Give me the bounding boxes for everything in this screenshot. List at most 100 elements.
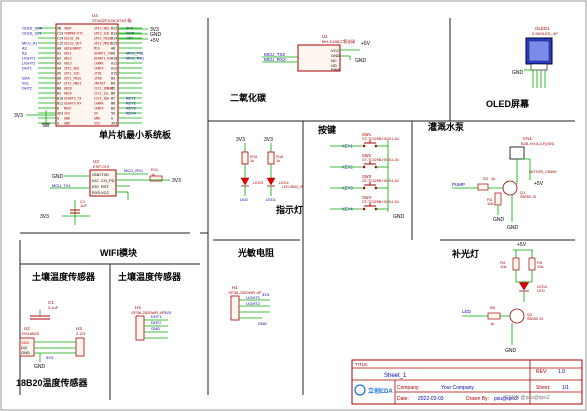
svg-text:5V: 5V [94,112,98,116]
svg-text:ADC1: ADC1 [64,52,72,56]
svg-text:LED-0603_R: LED-0603_R [282,185,303,189]
svg-text:I2C1_SCL: I2C1_SCL [94,92,109,96]
svg-text:Company:: Company: [397,385,420,391]
svg-text:GND: GND [151,326,160,331]
svg-text:A5: A5 [57,72,61,76]
svg-text:MH-Z19B二氧化碳: MH-Z19B二氧化碳 [322,38,355,44]
u4-left-net: SDA [22,77,30,81]
title-block: TITLE: Sheet_1 REV: 1.0 Company: Your Co… [351,359,583,405]
svg-text:LIGHT2: LIGHT2 [246,301,261,306]
svg-text:CANRX: CANRX [94,62,104,66]
svg-text:TITLE:: TITLE: [355,362,369,367]
svg-text:GND: GND [92,172,101,177]
svg-text:CN1: CN1 [523,136,532,141]
svg-text:VCC: VCC [101,190,110,195]
svg-text:GND: GND [64,117,70,121]
svg-text:3V3: 3V3 [164,310,172,315]
svg-text:CANTX: CANTX [94,67,104,71]
u4-left-net: SCL [22,82,29,86]
svg-text:OSC32_IN: OSC32_IN [64,37,79,41]
svg-text:B14: B14 [111,37,117,41]
svg-text:R2: R2 [483,176,489,181]
svg-text:B15: B15 [111,42,117,46]
u4-part: STM32F103C8T6小板 [92,17,132,23]
svg-text:GND: GND [21,350,30,355]
svg-text:B9: B9 [111,107,115,111]
u4-left-net: A3 [22,52,27,56]
svg-text:TXD: TXD [101,172,109,177]
svg-text:LED: LED [537,288,545,293]
svg-text:GND: GND [512,70,524,76]
svg-text:CANRX: CANRX [94,102,104,106]
svg-text:B4: B4 [111,82,115,86]
svg-text:3V3: 3V3 [64,112,70,116]
u4-left-net: A2 [22,47,27,51]
svg-text:GND: GND [355,58,367,64]
svg-text:MCU_RX2: MCU_RX2 [264,57,286,62]
svg-text:A9: A9 [111,52,115,56]
svg-text:3V3: 3V3 [94,122,100,126]
svg-text:GND: GND [505,348,517,354]
svg-text:DHT1: DHT1 [151,314,162,319]
svg-text:A3: A3 [57,62,61,66]
svg-text:G: G [57,117,59,121]
svg-text:3V3: 3V3 [172,178,181,184]
svg-text:+5V: +5V [534,181,544,187]
svg-text:GT-TC029B-H025-L1N: GT-TC029B-H025-L1N [362,158,399,162]
title-ds18b20: 18B20温度传感器 [16,377,89,388]
svg-text:LIGHT1: LIGHT1 [246,295,261,300]
svg-text:Drawn By:: Drawn By: [466,396,489,402]
svg-text:GT-TC029B-H025-L1N: GT-TC029B-H025-L1N [362,179,399,183]
title-wifi: WIFI模块 [100,247,138,258]
svg-text:3V3: 3V3 [111,122,117,126]
svg-text:ESP-01S: ESP-01S [93,164,110,169]
edaa-logo: 立创EDA [368,387,393,395]
svg-text:B2B-XH-A (LF)(SN): B2B-XH-A (LF)(SN) [521,142,555,146]
svg-text:1k: 1k [250,158,254,163]
svg-text:A15: A15 [111,72,117,76]
svg-text:REV:: REV: [536,369,547,375]
svg-text:3V3: 3V3 [40,214,49,220]
svg-text:MCO: MCO [94,47,100,51]
title-keys: 按键 [318,124,337,135]
svg-text:GND: GND [493,217,505,223]
svg-text:1uF: 1uF [80,203,87,208]
u4-right-net: KEY1 [126,97,136,101]
svg-text:5V: 5V [111,112,115,116]
svg-text:+5V: +5V [517,242,527,248]
u4-right-net: KEY4 [126,112,136,116]
watermark: CSDN @psu@qxo2 [505,395,550,401]
svg-text:Z-2/3: Z-2/3 [76,331,86,336]
svg-text:GND: GND [393,214,405,220]
svg-text:S8050 J3: S8050 J3 [527,317,543,321]
u4-right-net: MCU_RX1 [126,57,144,61]
svg-text:LED1: LED1 [266,197,277,202]
svg-text:C15: C15 [57,42,63,46]
u4-left-net: OLED_SCL [22,32,42,36]
svg-text:JTDI: JTDI [94,72,102,76]
svg-text:B11: B11 [57,102,63,106]
schematic-canvas: U4 STM32F103C8T6小板 VB VBATOLED_SDAC13 TAMP… [0,0,587,411]
svg-text:10k: 10k [487,201,493,206]
svg-text:B6: B6 [111,92,115,96]
svg-text:CANTX: CANTX [94,107,104,111]
title-fill: 补光灯 [451,248,479,259]
svg-text:SPI2_SCK: SPI2_SCK [94,32,109,36]
svg-text:DS18B20: DS18B20 [22,331,40,336]
svg-text:A1: A1 [57,52,61,56]
svg-text:VBAT: VBAT [64,27,72,31]
svg-text:LED: LED [462,309,472,314]
svg-text:B7: B7 [111,97,115,101]
svg-text:TAMPER-RTC: TAMPER-RTC [64,32,83,36]
svg-text:JNTRST: JNTRST [94,82,106,86]
svg-text:C13: C13 [57,32,63,36]
svg-text:Date:: Date: [397,396,409,402]
svg-text:3V3: 3V3 [262,292,270,297]
u4-5v: +5V [150,38,160,44]
title-oled: OLED屏幕 [486,98,530,109]
svg-text:ADC9: ADC9 [64,92,72,96]
svg-text:0.96OLED_4P: 0.96OLED_4P [532,31,558,36]
svg-text:+5V: +5V [361,41,371,47]
title-co2: 二氧化碳 [230,92,267,103]
svg-text:RXD: RXD [92,190,101,195]
